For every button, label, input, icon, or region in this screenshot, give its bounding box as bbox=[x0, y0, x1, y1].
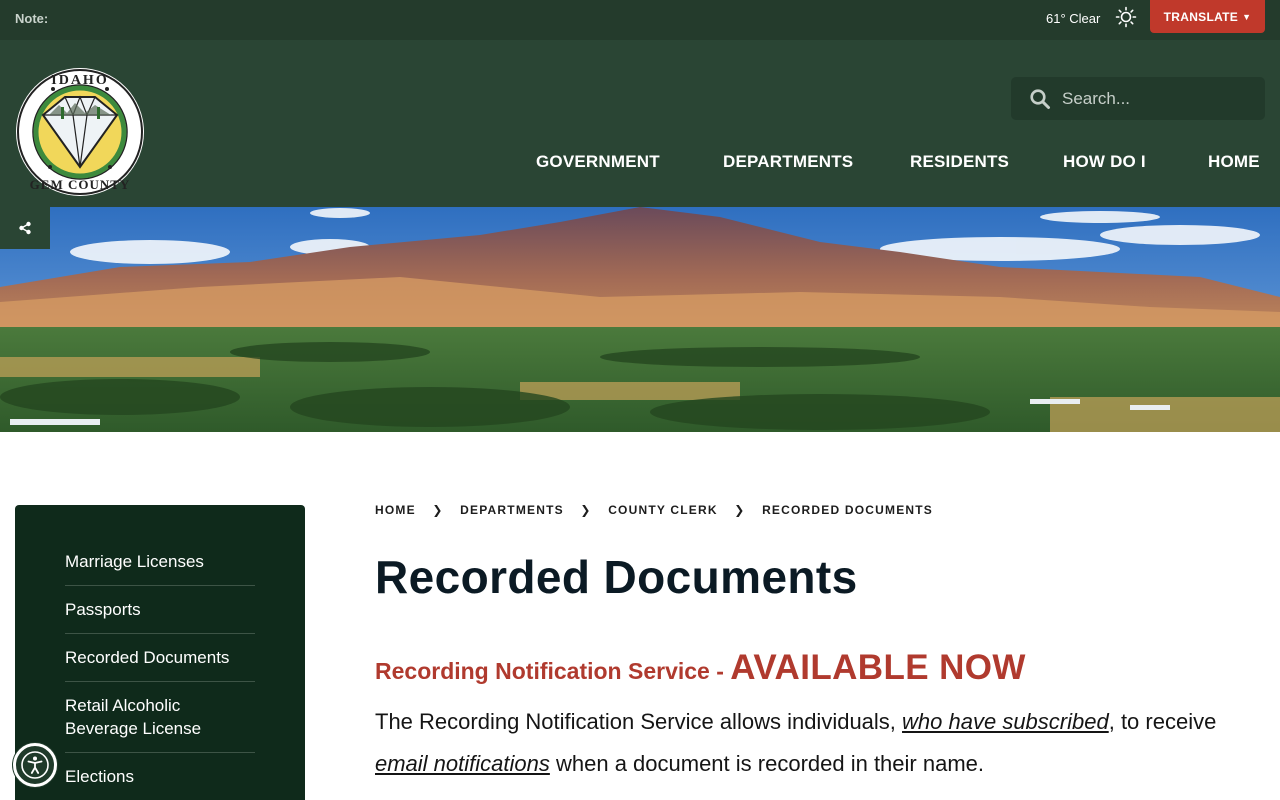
note-label: Note: bbox=[15, 11, 49, 26]
nav-government[interactable]: GOVERNMENT bbox=[536, 152, 660, 172]
chevron-right-icon: ❯ bbox=[432, 502, 444, 517]
translate-button[interactable]: TRANSLATE ▼ bbox=[1150, 0, 1265, 33]
top-utility-bar: Note: 61° Clear TRANSLATE ▼ bbox=[0, 0, 1280, 40]
section-heading: Recording Notification Service - AVAILAB… bbox=[375, 648, 1026, 688]
logo-text-top: IDAHO bbox=[51, 73, 108, 88]
section-heading-label: Recording Notification Service - bbox=[375, 658, 731, 684]
subscribed-link[interactable]: who have subscribed bbox=[902, 709, 1109, 734]
breadcrumb-home[interactable]: HOME bbox=[375, 503, 416, 517]
intro-paragraph: The Recording Notification Service allow… bbox=[375, 701, 1255, 785]
search-box[interactable]: Search... bbox=[1011, 77, 1265, 120]
sidebar-item-passports[interactable]: Passports bbox=[65, 586, 255, 634]
translate-label: TRANSLATE bbox=[1163, 9, 1239, 24]
search-icon bbox=[1030, 88, 1050, 109]
sidebar-item-elections[interactable]: Elections bbox=[65, 753, 255, 800]
para-text-1: The Recording Notification Service allow… bbox=[375, 709, 903, 734]
breadcrumb-recorded-documents: RECORDED DOCUMENTS bbox=[762, 502, 934, 517]
nav-departments[interactable]: DEPARTMENTS bbox=[723, 152, 853, 172]
sidebar-item-recorded-documents[interactable]: Recorded Documents bbox=[65, 634, 255, 682]
logo-text-bottom: GEM COUNTY bbox=[30, 177, 131, 192]
section-heading-highlight: AVAILABLE NOW bbox=[730, 648, 1026, 687]
search-input[interactable]: Search... bbox=[1062, 89, 1130, 109]
nav-how-do-i[interactable]: HOW DO I bbox=[1063, 152, 1146, 172]
accessibility-icon bbox=[21, 751, 49, 779]
site-header: IDAHO GEM COUNTY Search... GOVERNMENT DE… bbox=[0, 40, 1280, 207]
breadcrumb: HOME ❯ DEPARTMENTS ❯ COUNTY CLERK ❯ RECO… bbox=[375, 502, 933, 518]
chevron-right-icon: ❯ bbox=[580, 502, 592, 517]
sun-icon bbox=[1115, 6, 1137, 28]
chevron-right-icon: ❯ bbox=[734, 502, 746, 517]
breadcrumb-departments[interactable]: DEPARTMENTS bbox=[460, 503, 564, 517]
main-nav: GOVERNMENT DEPARTMENTS RESIDENTS HOW DO … bbox=[0, 152, 1280, 176]
hero-landscape-image bbox=[0, 207, 1280, 432]
sidebar-item-marriage-licenses[interactable]: Marriage Licenses bbox=[65, 538, 255, 586]
share-button[interactable] bbox=[0, 207, 50, 249]
para-text-2: , to receive bbox=[1108, 709, 1217, 734]
weather-text: 61° Clear bbox=[1046, 11, 1101, 26]
sidebar-nav: Marriage Licenses Passports Recorded Doc… bbox=[15, 505, 305, 800]
breadcrumb-county-clerk[interactable]: COUNTY CLERK bbox=[608, 503, 718, 517]
page-title: Recorded Documents bbox=[375, 551, 858, 603]
nav-residents[interactable]: RESIDENTS bbox=[910, 152, 1009, 172]
share-icon bbox=[19, 221, 31, 235]
para-text-3: when a document is recorded in their nam… bbox=[549, 751, 984, 776]
gem-county-seal-logo[interactable]: IDAHO GEM COUNTY bbox=[15, 67, 145, 197]
email-notifications-link[interactable]: email notifications bbox=[375, 751, 550, 776]
accessibility-button[interactable] bbox=[13, 743, 57, 787]
chevron-down-icon: ▼ bbox=[1242, 11, 1252, 22]
sidebar-item-retail-alcoholic-beverage-license[interactable]: Retail Alcoholic Beverage License bbox=[65, 682, 255, 753]
nav-home[interactable]: HOME bbox=[1208, 152, 1260, 172]
